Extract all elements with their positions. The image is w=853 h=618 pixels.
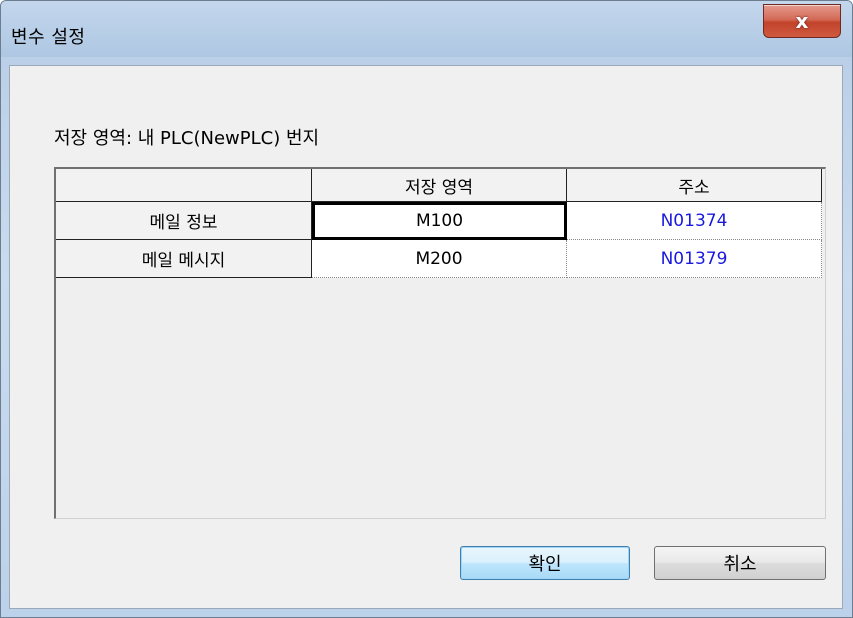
close-icon: x [795, 9, 809, 33]
variable-settings-dialog: 변수 설정 x 저장 영역: 내 PLC(NewPLC) 번지 저장 영역 주소… [0, 0, 853, 618]
address-cell-mail-info[interactable]: N01374 [567, 202, 822, 240]
title-bar[interactable]: 변수 설정 [1, 1, 852, 57]
row-header-mail-info[interactable]: 메일 정보 [56, 202, 312, 240]
cancel-button[interactable]: 취소 [654, 546, 826, 580]
variable-grid: 저장 영역 주소 메일 정보 M100 N01374 메일 메시지 M200 N… [54, 167, 826, 519]
dialog-body: 저장 영역: 내 PLC(NewPLC) 번지 저장 영역 주소 메일 정보 M… [9, 65, 843, 609]
row-header-mail-message[interactable]: 메일 메시지 [56, 240, 312, 278]
grid-corner-header [56, 169, 312, 202]
dialog-title: 변수 설정 [11, 27, 86, 48]
column-header-address[interactable]: 주소 [567, 169, 822, 202]
storage-cell-mail-message[interactable]: M200 [312, 240, 567, 278]
ok-button[interactable]: 확인 [460, 546, 630, 580]
storage-area-label: 저장 영역: 내 PLC(NewPLC) 번지 [54, 128, 320, 149]
storage-cell-mail-info[interactable]: M100 [312, 202, 567, 240]
column-header-storage[interactable]: 저장 영역 [312, 169, 567, 202]
address-cell-mail-message[interactable]: N01379 [567, 240, 822, 278]
close-button[interactable]: x [763, 4, 841, 38]
